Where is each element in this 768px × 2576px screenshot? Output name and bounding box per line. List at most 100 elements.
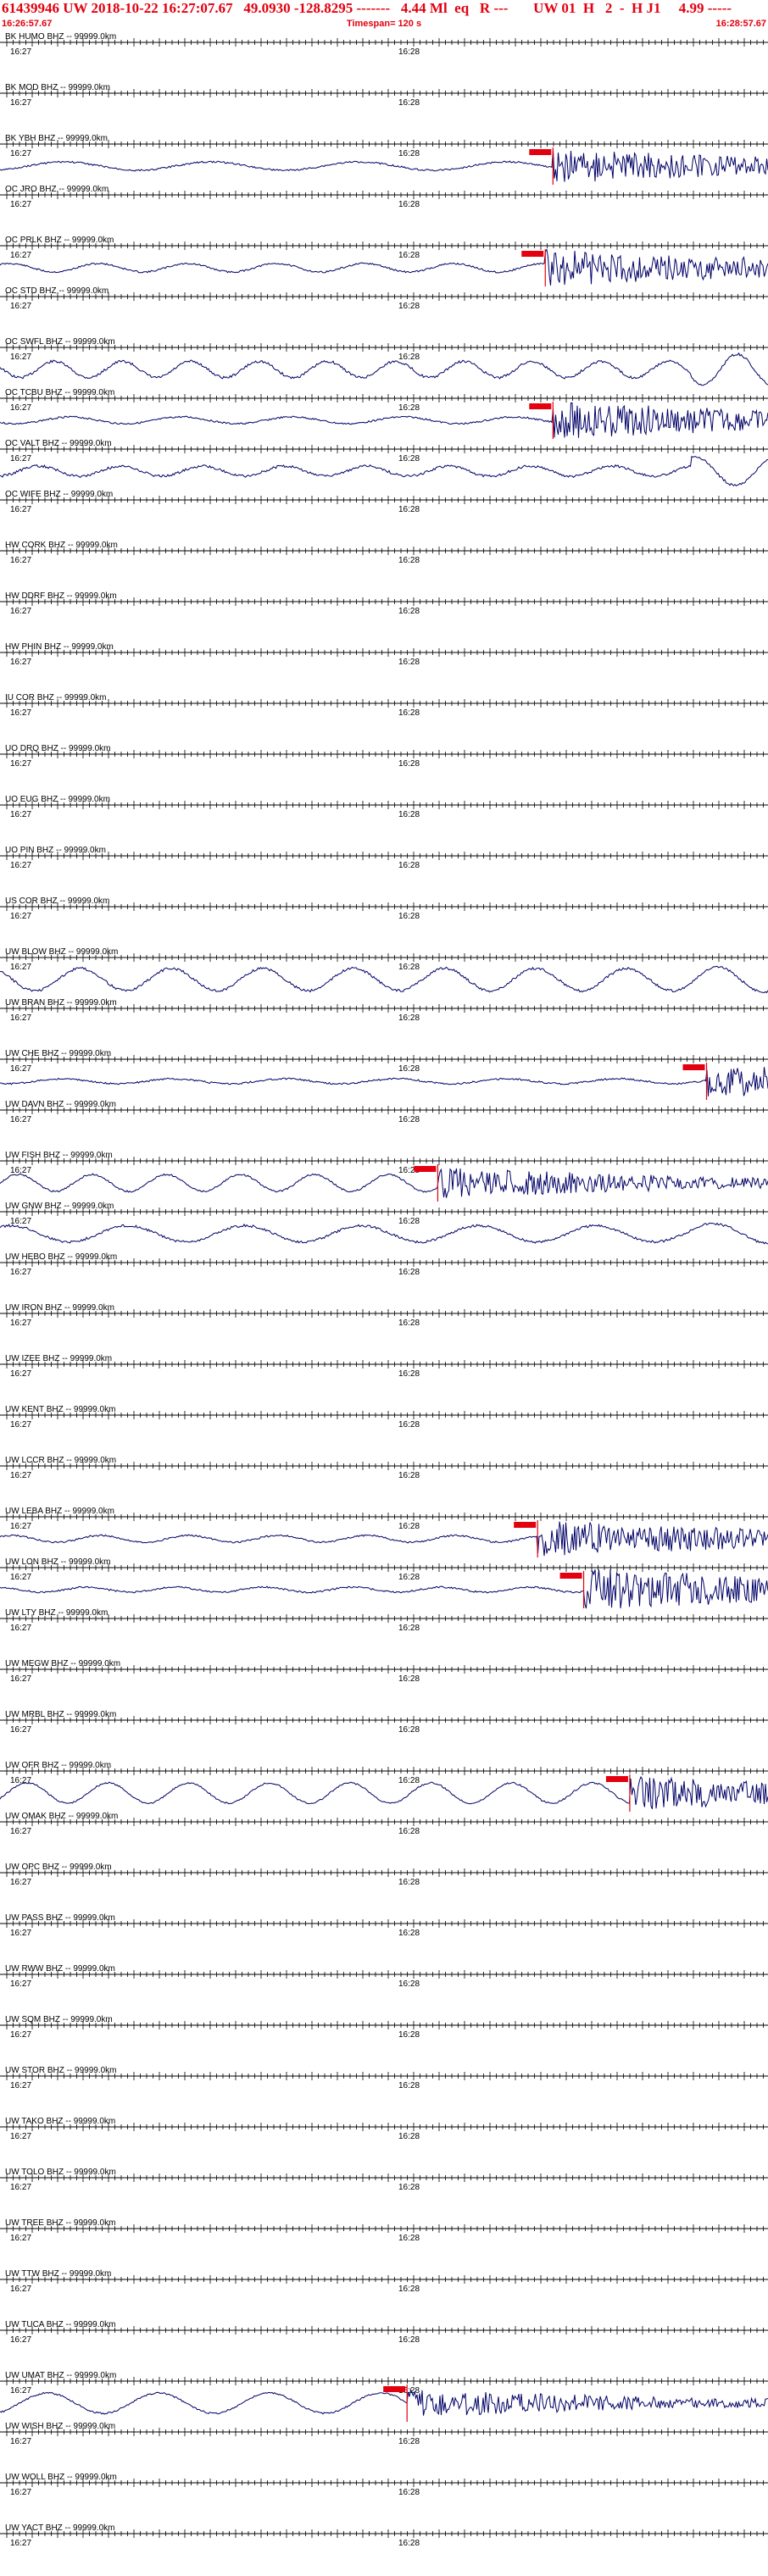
- channel-row: UW CHE BHZ -- 99999.0km 16:27 16:28: [0, 1049, 768, 1100]
- phase-pick-flag: [529, 403, 552, 409]
- channel-label: UW GNW BHZ -- 99999.0km: [5, 1202, 114, 1211]
- time-label-mid: 16:28: [398, 98, 420, 108]
- time-label-mid: 16:28: [398, 1827, 420, 1836]
- channel-label: HW CORK BHZ -- 99999.0km: [5, 541, 118, 550]
- channel-row: UW LCCR BHZ -- 99999.0km 16:27 16:28: [0, 1456, 768, 1480]
- channel-label: UW LCCR BHZ -- 99999.0km: [5, 1456, 116, 1465]
- time-label-mid: 16:28: [398, 1319, 420, 1328]
- channel-row: UW BRAN BHZ -- 99999.0km 16:27 16:28: [0, 998, 768, 1023]
- time-label-mid: 16:28: [398, 1725, 420, 1735]
- channel-label: UW SQM BHZ -- 99999.0km: [5, 2015, 113, 2024]
- time-label-left: 16:27: [10, 403, 31, 413]
- time-label-left: 16:27: [10, 1013, 31, 1023]
- time-label-mid: 16:28: [398, 1929, 420, 1938]
- time-label-mid: 16:28: [398, 963, 420, 972]
- time-label-mid: 16:28: [398, 251, 420, 260]
- channel-row: US COR BHZ -- 99999.0km16:27 16:28: [0, 897, 768, 921]
- time-label-mid: 16:28: [398, 403, 420, 413]
- channel-row: UW OFR BHZ -- 99999.0km16:27 16:28: [0, 1761, 768, 1812]
- waveform-trace: [0, 1776, 768, 1810]
- phase-pick-flag: [559, 1573, 582, 1579]
- time-label-left: 16:27: [10, 1522, 31, 1531]
- time-label-left: 16:27: [10, 963, 31, 972]
- channel-row: UW IZEE BHZ -- 99999.0km16:27 16:28: [0, 1354, 768, 1379]
- time-label-left: 16:27: [10, 98, 31, 108]
- channel-row: OC WIFE BHZ -- 99999.0km 16:27 16:28: [0, 490, 768, 514]
- channel-row: OC STD BHZ -- 99999.0km 16:27 16:28: [0, 286, 768, 311]
- time-label-left: 16:27: [10, 861, 31, 870]
- channel-label: OC JRO BHZ -- 99999.0km: [5, 185, 109, 194]
- waveform-trace: [0, 1521, 768, 1557]
- channel-label: HW PHIN BHZ -- 99999.0km: [5, 642, 114, 652]
- time-label-left: 16:27: [10, 1573, 31, 1582]
- time-label-mid: 16:28: [398, 1522, 420, 1531]
- channel-label: OC WIFE BHZ -- 99999.0km: [5, 490, 113, 499]
- channel-row: UW DAVN BHZ -- 99999.0km 16:27 16:28: [0, 1100, 768, 1124]
- event-summary-line: 61439946 UW 2018-10-22 16:27:07.67 49.09…: [2, 0, 732, 16]
- time-label-left: 16:27: [10, 1979, 31, 1989]
- time-label-mid: 16:28: [398, 1979, 420, 1989]
- channel-row: UO DRQ BHZ -- 99999.0km16:27 16:28: [0, 744, 768, 769]
- channel-label: OC STD BHZ -- 99999.0km: [5, 286, 109, 296]
- channel-row: OC JRO BHZ -- 99999.0km 16:27 16:28: [0, 185, 768, 209]
- channel-row: UW SQM BHZ -- 99999.0km16:27 16:28: [0, 2015, 768, 2040]
- waveform-trace: [0, 402, 768, 438]
- channel-label: UW OFR BHZ -- 99999.0km: [5, 1761, 111, 1770]
- time-label-mid: 16:28: [398, 47, 420, 57]
- time-label-left: 16:27: [10, 1827, 31, 1836]
- phase-pick-flag: [514, 1522, 537, 1528]
- time-label-left: 16:27: [10, 1878, 31, 1887]
- waveform-trace: [0, 1222, 768, 1245]
- time-label-mid: 16:28: [398, 149, 420, 158]
- channel-label: UW IRON BHZ -- 99999.0km: [5, 1303, 114, 1313]
- channel-row: UW OMAK BHZ -- 99999.0km 16:27 16:28: [0, 1812, 768, 1836]
- channel-row: OC SWFL BHZ -- 99999.0km 16:27 16:28: [0, 337, 768, 386]
- phase-pick-flag: [521, 251, 544, 257]
- time-label-mid: 16:28: [398, 1217, 420, 1226]
- channel-row: UW GNW BHZ -- 99999.0km 16:27 16:28: [0, 1202, 768, 1245]
- time-label-mid: 16:28: [398, 505, 420, 514]
- time-label-left: 16:27: [10, 149, 31, 158]
- channel-label: UW DAVN BHZ -- 99999.0km: [5, 1100, 116, 1109]
- channel-label: UW LEBA BHZ -- 99999.0km: [5, 1507, 114, 1516]
- channel-label: UO PIN BHZ -- 99999.0km: [5, 846, 106, 855]
- time-label-mid: 16:28: [398, 1573, 420, 1582]
- channel-label: UW HEBO BHZ -- 99999.0km: [5, 1252, 117, 1262]
- time-label-left: 16:27: [10, 1217, 31, 1226]
- end-time: 16:28:57.67: [715, 19, 766, 29]
- channel-row: UW LEBA BHZ -- 99999.0km 16:27 16:28: [0, 1507, 768, 1557]
- time-label-left: 16:27: [10, 1674, 31, 1684]
- waveform-trace: [0, 248, 768, 286]
- channel-row: UW RWW BHZ -- 99999.0km 16:27 16:28: [0, 1964, 768, 1989]
- channel-label: IU COR BHZ -- 99999.0km: [5, 693, 106, 702]
- channel-label: UW BLOW BHZ -- 99999.0km: [5, 947, 118, 957]
- time-label-mid: 16:28: [398, 810, 420, 819]
- time-label-left: 16:27: [10, 1115, 31, 1124]
- time-label-mid: 16:28: [398, 912, 420, 921]
- time-label-mid: 16:28: [398, 454, 420, 464]
- time-label-left: 16:27: [10, 1420, 31, 1430]
- time-label-mid: 16:28: [398, 861, 420, 870]
- channel-label: OC TCBU BHZ -- 99999.0km: [5, 388, 114, 397]
- timespan: Timespan= 120 s: [346, 19, 422, 29]
- time-label-mid: 16:28: [398, 1776, 420, 1785]
- time-label-left: 16:27: [10, 1624, 31, 1633]
- waveform-trace: [0, 1067, 768, 1096]
- time-label-left: 16:27: [10, 1268, 31, 1277]
- time-label-left: 16:27: [10, 1929, 31, 1938]
- channel-label: UW CHE BHZ -- 99999.0km: [5, 1049, 111, 1058]
- channel-row: UW OPC BHZ -- 99999.0km16:27 16:28: [0, 1863, 768, 1887]
- time-label-left: 16:27: [10, 759, 31, 769]
- phase-pick-flag: [529, 149, 552, 155]
- time-label-left: 16:27: [10, 251, 31, 260]
- phase-pick-flag: [682, 1064, 705, 1070]
- waveform-trace: [0, 1568, 768, 1609]
- channel-label: UW FISH BHZ -- 99999.0km: [5, 1151, 113, 1160]
- time-label-mid: 16:28: [398, 1013, 420, 1023]
- time-label-mid: 16:28: [398, 353, 420, 362]
- channel-label: BK HUMO BHZ -- 99999.0km: [5, 32, 116, 42]
- channel-row: BK YBH BHZ -- 99999.0km 16:27 16:28: [0, 134, 768, 185]
- waveform-trace: [0, 456, 768, 487]
- channel-row: OC VALT BHZ -- 99999.0km16:27 16:28: [0, 439, 768, 487]
- time-label-left: 16:27: [10, 658, 31, 667]
